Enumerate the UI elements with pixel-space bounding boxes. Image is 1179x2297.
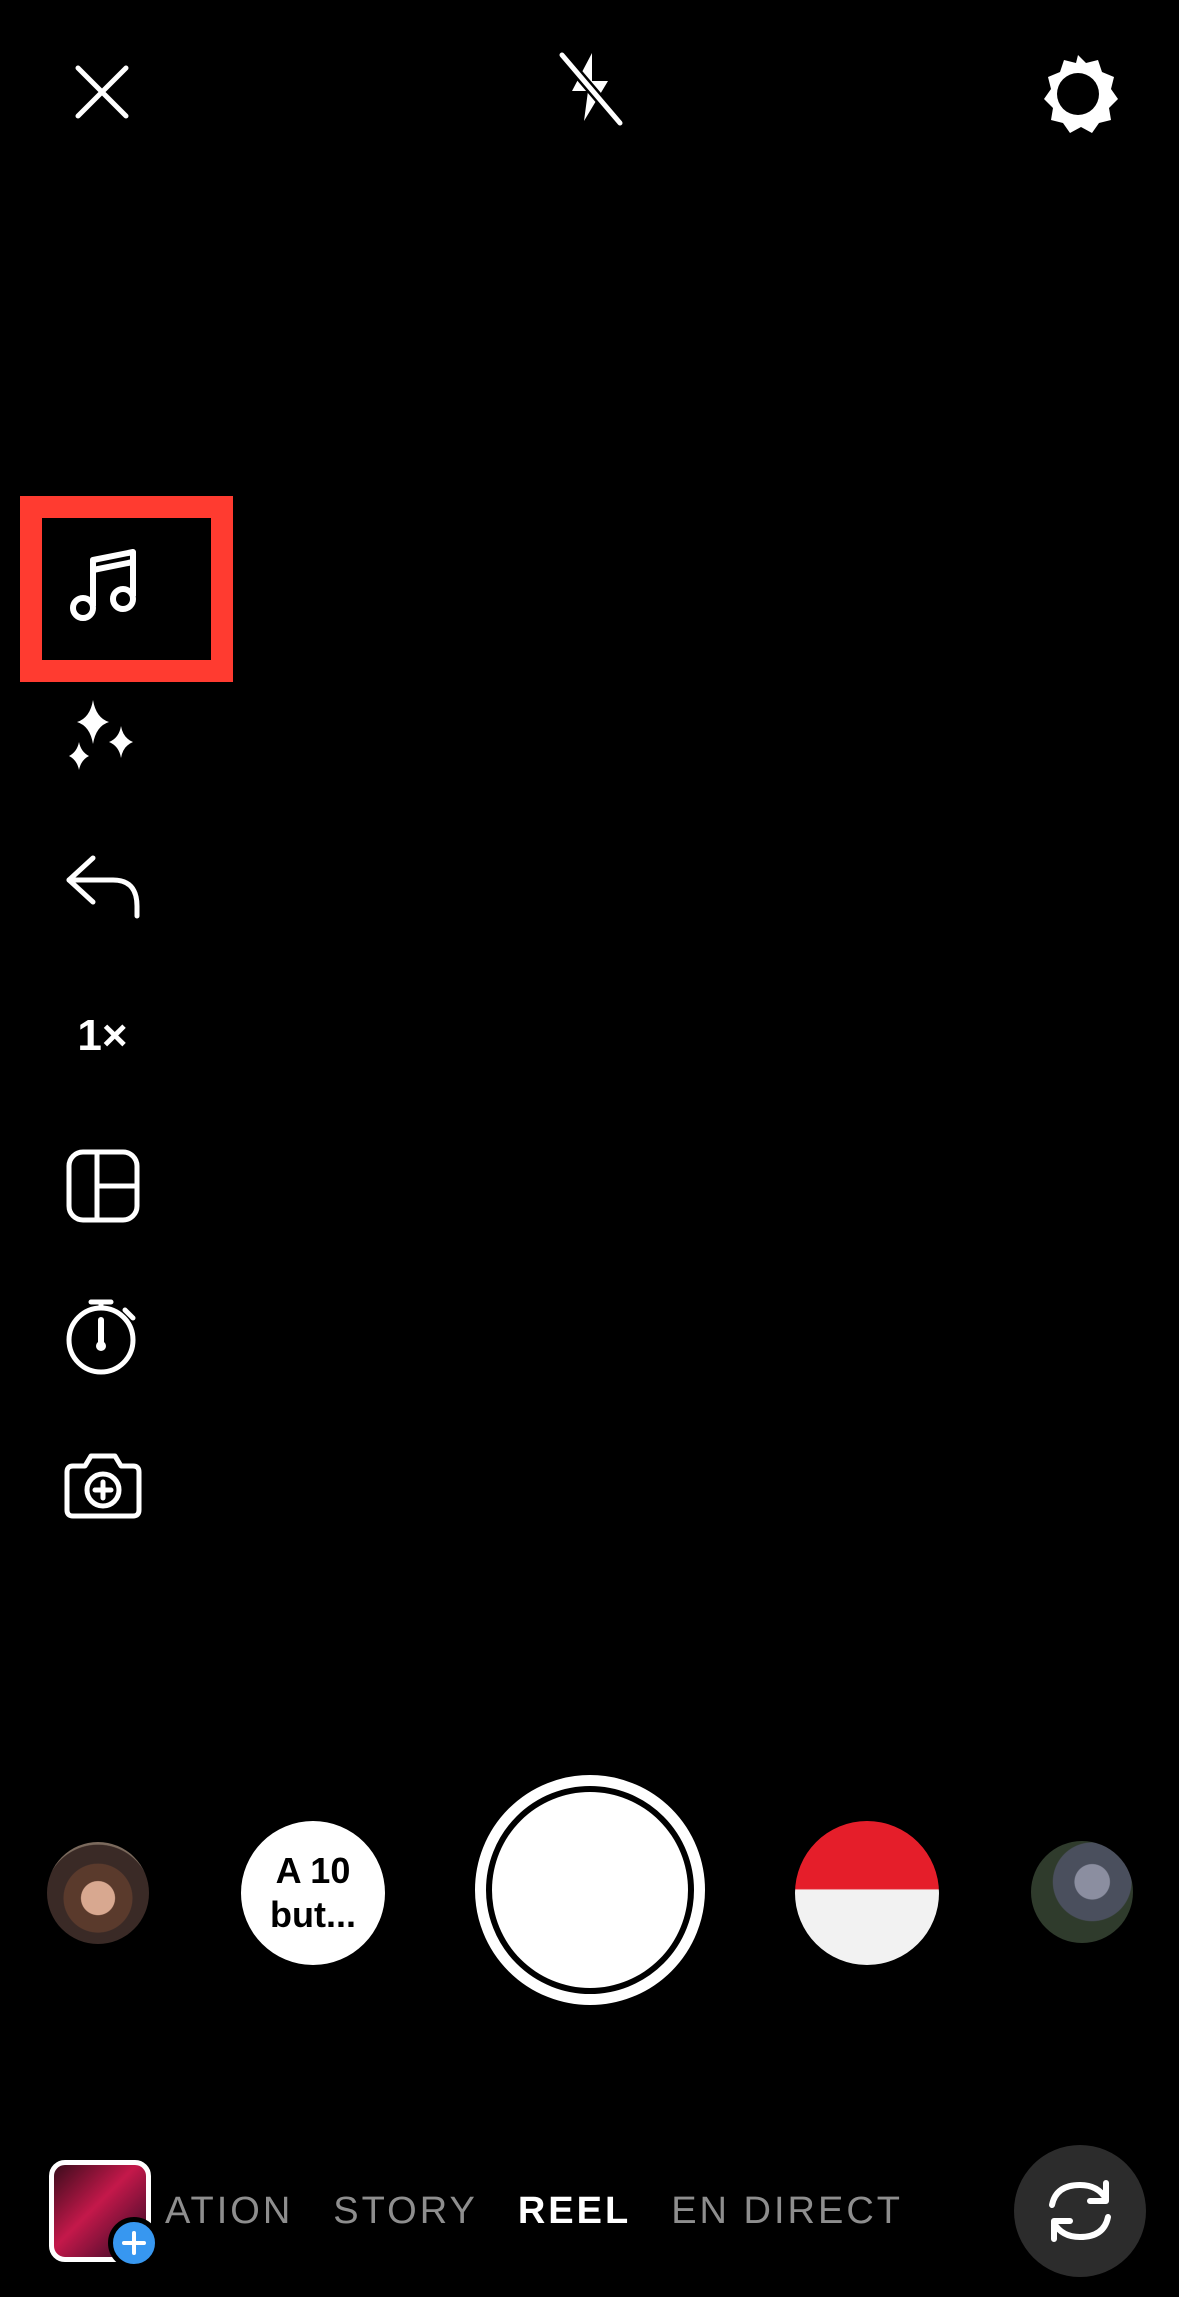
mode-story[interactable]: STORY xyxy=(333,2190,478,2233)
camera-add-icon xyxy=(64,1453,141,1518)
timer-icon xyxy=(66,1299,135,1374)
settings-button[interactable] xyxy=(1030,48,1125,138)
flip-camera-icon xyxy=(1049,2180,1111,2242)
mode-reel[interactable]: REEL xyxy=(518,2190,631,2233)
effect-thumbnail-rose[interactable] xyxy=(1031,1841,1133,1943)
reply-button[interactable] xyxy=(55,838,150,933)
close-icon xyxy=(75,65,129,119)
text-bubble-line1: A 10 xyxy=(275,1850,351,1891)
mode-creation[interactable]: ATION xyxy=(165,2190,293,2233)
camera-add-button[interactable] xyxy=(55,1436,150,1531)
effect-text-bubble[interactable]: A 10 but... xyxy=(241,1821,385,1965)
sparkles-icon xyxy=(68,699,133,770)
gallery-add-badge[interactable] xyxy=(108,2217,160,2269)
speed-label: 1× xyxy=(77,1010,128,1060)
reply-arrow-icon xyxy=(66,855,139,918)
speed-button[interactable]: 1× xyxy=(55,988,150,1083)
shutter-button[interactable] xyxy=(492,1792,688,1988)
timer-button[interactable] xyxy=(55,1288,150,1383)
effect-thumbnail-portrait[interactable] xyxy=(47,1842,149,1944)
flash-off-icon xyxy=(557,50,625,127)
layout-button[interactable] xyxy=(55,1138,150,1233)
mode-bar: ATION STORY REEL EN DIRECT xyxy=(0,2145,1179,2277)
effect-thumbnail-flag[interactable] xyxy=(795,1821,939,1965)
effects-carousel: A 10 but... xyxy=(0,1775,1179,2010)
layout-grid-icon xyxy=(66,1149,139,1222)
highlight-box xyxy=(20,496,233,682)
effects-button[interactable] xyxy=(55,688,150,783)
flash-button[interactable] xyxy=(545,42,635,132)
close-button[interactable] xyxy=(62,52,142,132)
mode-live[interactable]: EN DIRECT xyxy=(671,2190,903,2233)
plus-icon xyxy=(122,2231,146,2255)
text-bubble-line2: but... xyxy=(270,1894,356,1935)
mode-selector: ATION STORY REEL EN DIRECT xyxy=(165,2160,943,2262)
flip-camera-button[interactable] xyxy=(1014,2145,1146,2277)
gear-icon xyxy=(1043,55,1118,133)
